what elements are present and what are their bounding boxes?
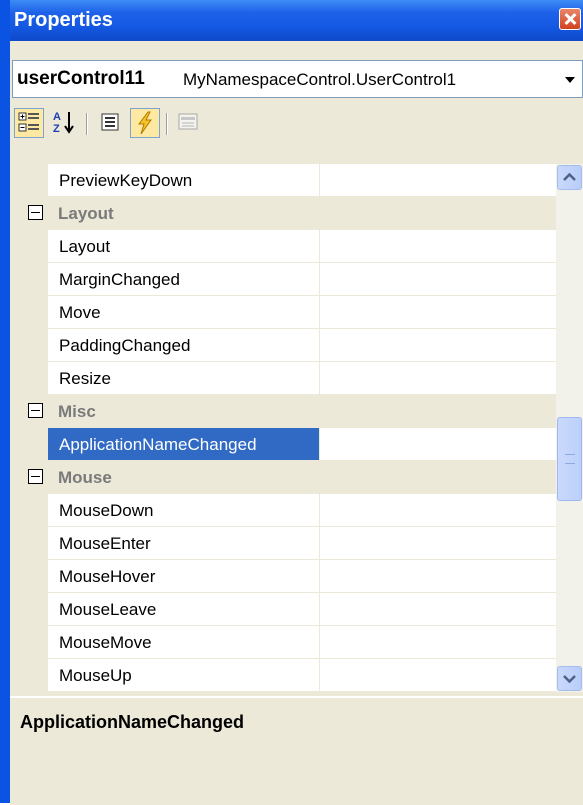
property-row[interactable]: PaddingChanged — [20, 329, 556, 362]
property-name: PreviewKeyDown — [59, 171, 193, 190]
property-name: ApplicationNameChanged — [59, 435, 257, 454]
collapse-icon[interactable] — [28, 403, 43, 418]
property-row[interactable]: Layout — [20, 230, 556, 263]
svg-text:Z: Z — [53, 123, 60, 135]
property-row[interactable]: MouseLeave — [20, 593, 556, 626]
svg-text:A: A — [53, 111, 61, 123]
category-row-misc[interactable]: Misc — [20, 395, 556, 428]
property-name: Layout — [59, 237, 111, 256]
toolbar-separator — [86, 113, 88, 135]
categorized-button[interactable] — [14, 108, 44, 138]
events-icon — [138, 111, 152, 135]
chevron-down-icon — [563, 675, 576, 684]
category-row-layout[interactable]: Layout — [20, 197, 556, 230]
property-name: MouseEnter — [59, 534, 151, 553]
window-title: Properties — [14, 9, 113, 31]
property-row[interactable]: MouseHover — [20, 560, 556, 593]
property-value[interactable] — [320, 626, 556, 659]
description-panel: ApplicationNameChanged — [10, 696, 583, 805]
property-row[interactable]: Resize — [20, 362, 556, 395]
property-value[interactable] — [320, 230, 556, 263]
property-grid: PreviewKeyDown Layout Layout MarginChang… — [20, 164, 556, 692]
description-title: ApplicationNameChanged — [20, 712, 245, 732]
properties-window: Properties userControl11 MyNamespaceCont… — [0, 0, 583, 805]
property-value[interactable] — [320, 296, 556, 329]
property-value[interactable] — [320, 560, 556, 593]
property-row[interactable]: PreviewKeyDown — [20, 164, 556, 197]
property-value[interactable] — [320, 428, 556, 461]
property-name: MouseHover — [59, 567, 156, 586]
property-row[interactable]: MouseDown — [20, 494, 556, 527]
property-value[interactable] — [320, 362, 556, 395]
property-value[interactable] — [320, 164, 556, 197]
property-value[interactable] — [320, 329, 556, 362]
collapse-icon[interactable] — [28, 469, 43, 484]
property-row[interactable]: MouseEnter — [20, 527, 556, 560]
property-value[interactable] — [320, 494, 556, 527]
property-row[interactable]: Move — [20, 296, 556, 329]
properties-icon — [101, 113, 119, 131]
toolbar-separator — [166, 113, 168, 135]
property-name: MouseMove — [59, 633, 152, 652]
alphabetical-button[interactable]: A Z — [50, 108, 80, 138]
title-bar[interactable]: Properties — [10, 0, 583, 41]
chevron-down-icon[interactable] — [556, 61, 582, 97]
property-pages-button[interactable] — [174, 108, 204, 138]
window-body: Properties userControl11 MyNamespaceCont… — [10, 0, 583, 805]
category-label: Layout — [58, 204, 114, 223]
property-name: MouseDown — [59, 501, 154, 520]
property-row-selected[interactable]: ApplicationNameChanged — [20, 428, 556, 461]
toolbar: A Z — [10, 104, 583, 144]
property-value[interactable] — [320, 527, 556, 560]
scroll-thumb[interactable] — [557, 417, 582, 501]
category-label: Mouse — [58, 468, 112, 487]
alphabetical-icon: A Z — [53, 111, 74, 135]
property-name: Resize — [59, 369, 111, 388]
collapse-icon[interactable] — [28, 205, 43, 220]
property-row[interactable]: MouseMove — [20, 626, 556, 659]
categorized-icon — [18, 112, 39, 132]
object-name: userControl11 — [17, 68, 145, 89]
events-button[interactable] — [130, 108, 160, 138]
chevron-up-icon — [563, 172, 576, 181]
scroll-up-button[interactable] — [557, 165, 582, 190]
property-name: MouseUp — [59, 666, 132, 685]
property-row[interactable]: MouseUp — [20, 659, 556, 692]
category-label: Misc — [58, 402, 96, 421]
property-pages-icon — [178, 113, 198, 130]
property-name: PaddingChanged — [59, 336, 191, 355]
object-selector[interactable]: userControl11 MyNamespaceControl.UserCon… — [12, 60, 583, 98]
properties-button[interactable] — [96, 108, 126, 138]
property-row[interactable]: MarginChanged — [20, 263, 556, 296]
property-name: Move — [59, 303, 101, 322]
property-value[interactable] — [320, 263, 556, 296]
close-button[interactable] — [559, 8, 581, 30]
property-value[interactable] — [320, 593, 556, 626]
property-name: MarginChanged — [59, 270, 180, 289]
category-row-mouse[interactable]: Mouse — [20, 461, 556, 494]
property-name: MouseLeave — [59, 600, 157, 619]
property-value[interactable] — [320, 659, 556, 692]
object-type: MyNamespaceControl.UserControl1 — [183, 70, 457, 89]
vertical-scrollbar[interactable] — [556, 164, 583, 692]
scroll-down-button[interactable] — [557, 666, 582, 691]
